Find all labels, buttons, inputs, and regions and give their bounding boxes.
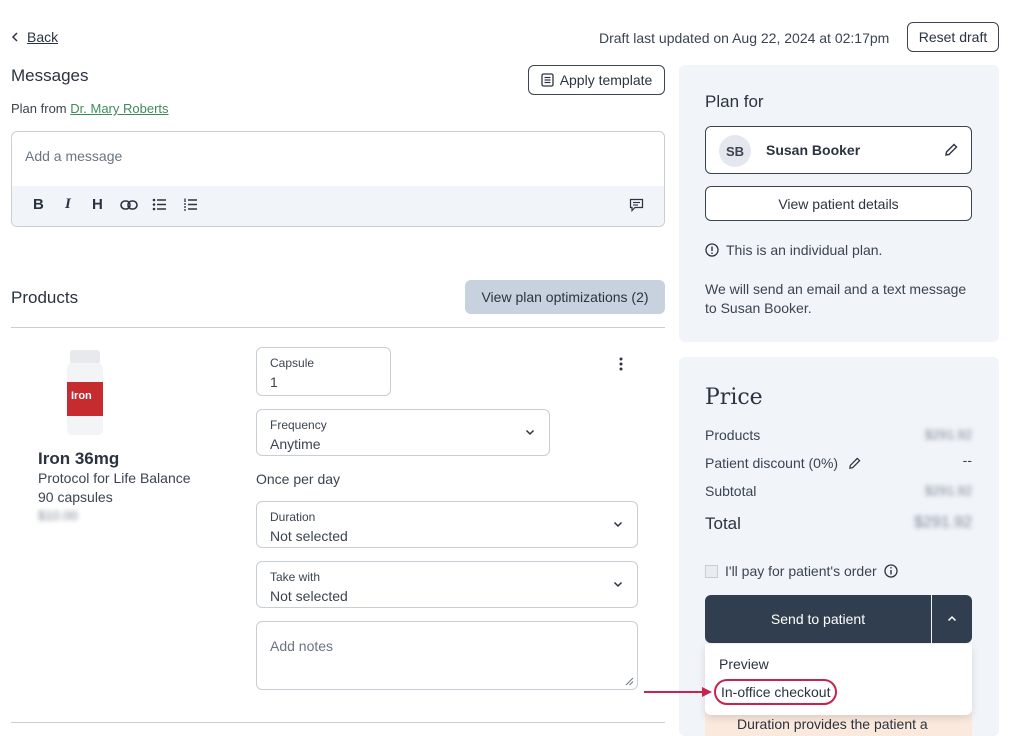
pay-label: I'll pay for patient's order	[725, 563, 877, 579]
apply-template-label: Apply template	[559, 72, 653, 88]
chevron-up-icon	[947, 615, 957, 622]
frequency-label: Frequency	[270, 418, 327, 432]
send-note: We will send an email and a text message…	[705, 281, 967, 316]
bullet-list-icon[interactable]	[152, 198, 167, 211]
chevron-down-icon	[613, 581, 623, 588]
editor-toolbar	[12, 186, 664, 226]
capsule-value: 1	[270, 374, 278, 390]
doctor-link[interactable]: Dr. Mary Roberts	[70, 101, 168, 116]
more-options-icon[interactable]	[618, 357, 624, 371]
chevron-left-icon	[11, 32, 18, 42]
product-size: 90 capsules	[38, 489, 113, 505]
duration-banner: Duration provides the patient a	[705, 712, 972, 736]
annotation-arrow-icon	[644, 687, 712, 697]
product-price: $10.00	[38, 508, 78, 523]
patient-discount-value: --	[962, 452, 972, 468]
frequency-hint: Once per day	[256, 471, 341, 487]
products-price-value: $291.92	[925, 427, 972, 442]
products-title: Products	[11, 288, 79, 307]
chevron-down-icon	[525, 429, 535, 436]
send-to-patient-button[interactable]: Send to patient	[705, 595, 931, 643]
take-with-value: Not selected	[270, 588, 348, 604]
message-editor[interactable]: Add a message	[11, 131, 665, 227]
notes-placeholder: Add notes	[270, 638, 334, 654]
bold-button[interactable]: B	[33, 196, 44, 213]
patient-selector[interactable]: SB Susan Booker	[705, 126, 972, 174]
frequency-select[interactable]: Frequency Anytime	[256, 409, 550, 456]
capsule-label: Capsule	[270, 356, 315, 370]
view-plan-optimizations-button[interactable]: View plan optimizations (2)	[465, 280, 665, 314]
apply-template-button[interactable]: Apply template	[528, 65, 665, 95]
take-with-label: Take with	[270, 570, 321, 584]
link-icon[interactable]	[120, 199, 138, 211]
product-name: Iron 36mg	[38, 449, 120, 468]
messages-title: Messages	[11, 66, 89, 85]
italic-button[interactable]: I	[65, 196, 71, 213]
subtotal-value: $291.92	[925, 483, 972, 498]
send-options-toggle[interactable]	[932, 595, 972, 643]
duration-select[interactable]: Duration Not selected	[256, 501, 638, 548]
notes-textarea[interactable]: Add notes	[256, 621, 638, 690]
total-label: Total	[705, 514, 741, 533]
pencil-icon[interactable]	[944, 143, 958, 157]
pay-for-patient[interactable]: I'll pay for patient's order	[705, 563, 898, 579]
product-brand: Protocol for Life Balance	[38, 470, 191, 486]
view-patient-details-button[interactable]: View patient details	[705, 186, 972, 221]
resize-handle-icon[interactable]	[625, 677, 634, 686]
products-price-label: Products	[705, 427, 761, 443]
pay-checkbox[interactable]	[705, 564, 718, 578]
reset-draft-button[interactable]: Reset draft	[907, 22, 999, 52]
frequency-value: Anytime	[270, 436, 321, 452]
products-divider	[11, 327, 665, 328]
plan-from: Plan from Dr. Mary Roberts	[11, 101, 169, 116]
draft-status: Draft last updated on Aug 22, 2024 at 02…	[599, 30, 890, 46]
send-options-menu: Preview In-office checkout	[705, 644, 972, 715]
message-input[interactable]: Add a message	[25, 148, 122, 164]
in-office-checkout-menu-item[interactable]: In-office checkout	[714, 679, 838, 705]
back-label[interactable]: Back	[27, 29, 58, 45]
capsule-field[interactable]: Capsule 1	[256, 347, 391, 396]
patient-name: Susan Booker	[766, 142, 861, 158]
take-with-select[interactable]: Take with Not selected	[256, 561, 638, 608]
comment-icon[interactable]	[629, 198, 644, 212]
back-link[interactable]: Back	[11, 29, 58, 45]
individual-plan-note: This is an individual plan.	[705, 242, 882, 258]
info-icon[interactable]	[884, 564, 898, 578]
template-icon	[541, 73, 554, 87]
preview-menu-item[interactable]: Preview	[719, 656, 769, 672]
total-value: $291.92	[914, 514, 972, 531]
plan-for-title: Plan for	[705, 92, 764, 111]
duration-label: Duration	[270, 510, 316, 524]
patient-discount-label: Patient discount (0%)	[705, 455, 839, 471]
info-icon	[705, 243, 719, 257]
chevron-down-icon	[613, 521, 623, 528]
duration-value: Not selected	[270, 528, 348, 544]
patient-discount: Patient discount (0%)	[705, 455, 861, 471]
product-image: Iron	[67, 350, 103, 436]
price-title: Price	[705, 385, 763, 410]
heading-button[interactable]: H	[92, 196, 103, 213]
plan-from-prefix: Plan from	[11, 101, 67, 116]
numbered-list-icon[interactable]	[183, 198, 198, 211]
pencil-icon[interactable]	[848, 457, 861, 470]
individual-plan-text: This is an individual plan.	[726, 242, 883, 258]
bottom-divider	[11, 722, 665, 723]
subtotal-label: Subtotal	[705, 483, 757, 499]
avatar: SB	[719, 135, 751, 167]
bottle-label: Iron	[71, 390, 92, 402]
duration-banner-text: Duration provides the patient a	[737, 716, 928, 732]
